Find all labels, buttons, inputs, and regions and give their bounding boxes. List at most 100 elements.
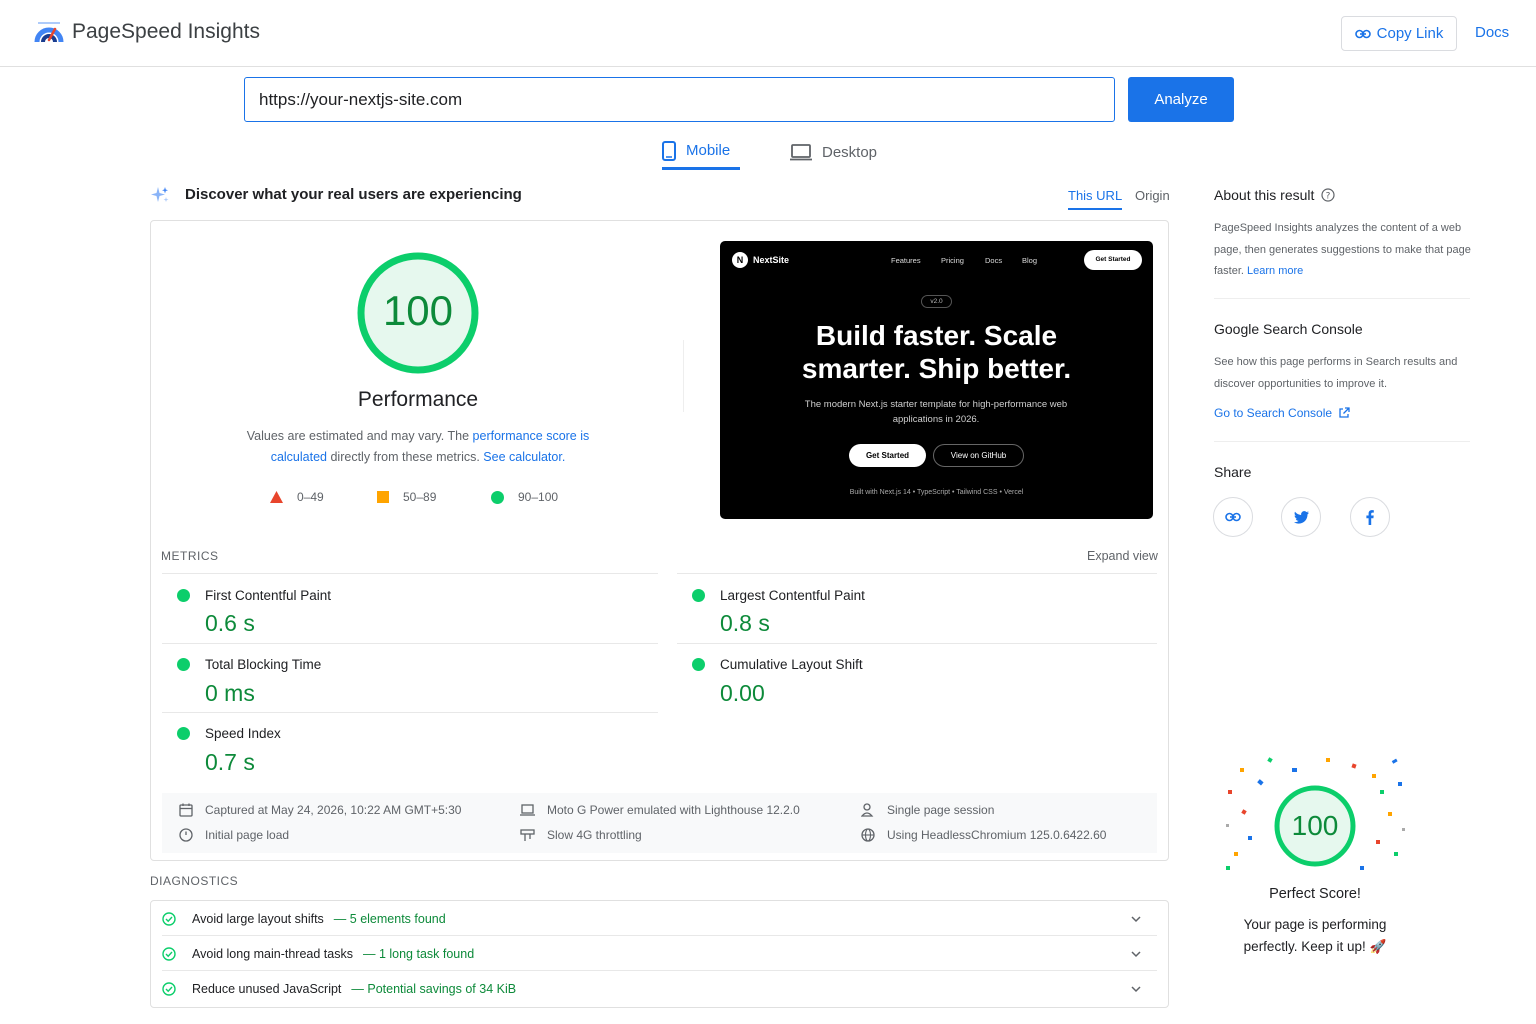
share-facebook-button[interactable] [1350, 497, 1390, 537]
divider [1214, 441, 1470, 442]
run-info-browser: Using HeadlessChromium 125.0.6422.60 [861, 828, 1106, 842]
gsc-text: See how this page performs in Search res… [1214, 356, 1458, 390]
top-header: PageSpeed Insights Copy Link Docs [0, 0, 1536, 67]
performance-score: 100 [382, 287, 454, 334]
performance-note-text-2: directly from these metrics. [327, 450, 484, 464]
desktop-icon [790, 143, 812, 160]
gsc-link-label: Go to Search Console [1214, 406, 1333, 420]
timer-icon [179, 828, 193, 842]
captured-text: Captured at May 24, 2026, 10:22 AM GMT+5… [205, 803, 462, 817]
orange-square-icon [377, 491, 389, 503]
run-info-throttling: Slow 4G throttling [520, 828, 642, 842]
pass-indicator [177, 589, 190, 602]
copy-link-button[interactable]: Copy Link [1341, 16, 1457, 51]
legend-average: 50–89 [377, 490, 436, 504]
tab-desktop-label: Desktop [822, 143, 878, 161]
chevron-down-icon[interactable] [1130, 983, 1142, 995]
page-screenshot: N NextSite Features Pricing Docs Blog Ge… [720, 241, 1153, 519]
site-version-badge: v2.0 [921, 295, 952, 308]
share-link-button[interactable] [1213, 497, 1253, 537]
site-built-with: Built with Next.js 14 • TypeScript • Tai… [849, 489, 1024, 496]
pass-indicator [692, 589, 705, 602]
audit-detail: — 1 long task found [362, 946, 475, 961]
metrics-label: METRICS [161, 549, 219, 563]
run-info-load: Initial page load [179, 828, 289, 842]
audit-row[interactable]: Reduce unused JavaScript — Potential sav… [162, 971, 1157, 1006]
metric-name: Speed Index [205, 726, 281, 741]
go-to-search-console-link[interactable]: Go to Search Console [1214, 406, 1350, 420]
divider [162, 712, 658, 713]
site-logo: N [732, 252, 748, 268]
learn-more-link[interactable]: Learn more [1247, 265, 1303, 277]
tab-desktop[interactable]: Desktop [790, 138, 877, 170]
analyze-button[interactable]: Analyze [1128, 77, 1234, 122]
legend-pass: 90–100 [491, 490, 558, 504]
metric-value: 0.7 s [205, 749, 255, 775]
check-circle-icon [162, 981, 176, 996]
svg-text:?: ? [1326, 192, 1331, 202]
audit-title: Avoid large layout shifts [192, 911, 324, 926]
red-triangle-icon [270, 491, 283, 503]
twitter-icon [1293, 510, 1309, 524]
metric-name: Cumulative Layout Shift [720, 657, 863, 672]
site-secondary-button: View on GitHub [933, 444, 1024, 467]
field-data-heading: Discover what your real users are experi… [185, 186, 522, 203]
brand-name[interactable]: PageSpeed Insights [72, 20, 260, 44]
about-result-title: About this result [1214, 187, 1315, 203]
url-input[interactable] [244, 77, 1115, 122]
divider [162, 643, 658, 644]
expand-view-toggle[interactable]: Expand view [1087, 549, 1158, 563]
device-text[interactable]: Moto G Power emulated with Lighthouse 12… [547, 803, 800, 817]
metric-value: 0 ms [205, 680, 255, 706]
help-icon[interactable]: ? [1321, 188, 1335, 202]
divider [677, 643, 1157, 644]
facebook-icon [1366, 509, 1374, 525]
audit-row[interactable]: Avoid large layout shifts — 5 elements f… [162, 901, 1157, 936]
throttling-text[interactable]: Slow 4G throttling [547, 828, 642, 842]
share-twitter-button[interactable] [1281, 497, 1321, 537]
load-text: Initial page load [205, 828, 290, 842]
tab-this-url[interactable]: This URL [1068, 188, 1123, 210]
site-nav-cta: Get Started [1084, 250, 1142, 270]
site-nav-item: Features [891, 256, 921, 265]
site-subheading: The modern Next.js starter template for … [804, 399, 1068, 425]
tab-origin[interactable]: Origin [1135, 188, 1170, 203]
green-circle-icon [491, 490, 504, 504]
performance-label: Performance [357, 388, 479, 411]
perfect-score-title: Perfect Score! [1269, 886, 1361, 902]
chevron-down-icon[interactable] [1130, 913, 1142, 925]
audit-row[interactable]: Avoid long main-thread tasks — 1 long ta… [162, 936, 1157, 971]
sparkle-icon [151, 187, 169, 202]
metric-name: Total Blocking Time [205, 657, 322, 672]
site-headline: Build faster. Scale smarter. Ship better… [720, 319, 1153, 385]
network-icon [520, 828, 535, 841]
legend-average-range: 50–89 [403, 490, 437, 504]
check-circle-icon [162, 911, 176, 926]
run-info-captured: Captured at May 24, 2026, 10:22 AM GMT+5… [179, 803, 461, 817]
person-icon [861, 803, 874, 817]
diagnostics-label: DIAGNOSTICS [150, 874, 239, 888]
performance-note-text: Values are estimated and may vary. The [246, 429, 473, 443]
site-nav-item: Pricing [941, 256, 964, 265]
see-calculator-link[interactable]: See calculator. [483, 450, 565, 464]
about-result-text: PageSpeed Insights analyzes the content … [1214, 218, 1472, 283]
pass-indicator [177, 727, 190, 740]
site-name: NextSite [753, 255, 790, 265]
legend-fail-range: 0–49 [297, 490, 324, 504]
metric-value: 0.00 [720, 680, 765, 706]
site-nav-item: Docs [985, 256, 1003, 265]
divider [162, 573, 658, 574]
link-icon [1225, 512, 1241, 522]
chevron-down-icon[interactable] [1130, 948, 1142, 960]
pass-indicator [692, 658, 705, 671]
audit-detail: — Potential savings of 34 KiB [351, 981, 517, 996]
run-info-strip [162, 793, 1157, 853]
globe-icon [861, 828, 875, 842]
mobile-icon [662, 140, 676, 161]
docs-link[interactable]: Docs [1475, 24, 1509, 41]
audit-detail: — 5 elements found [333, 911, 446, 926]
browser-text[interactable]: Using HeadlessChromium 125.0.6422.60 [887, 828, 1106, 842]
tab-mobile[interactable]: Mobile [662, 138, 740, 170]
site-nav-item: Blog [1022, 256, 1038, 265]
legend-pass-range: 90–100 [518, 490, 559, 504]
